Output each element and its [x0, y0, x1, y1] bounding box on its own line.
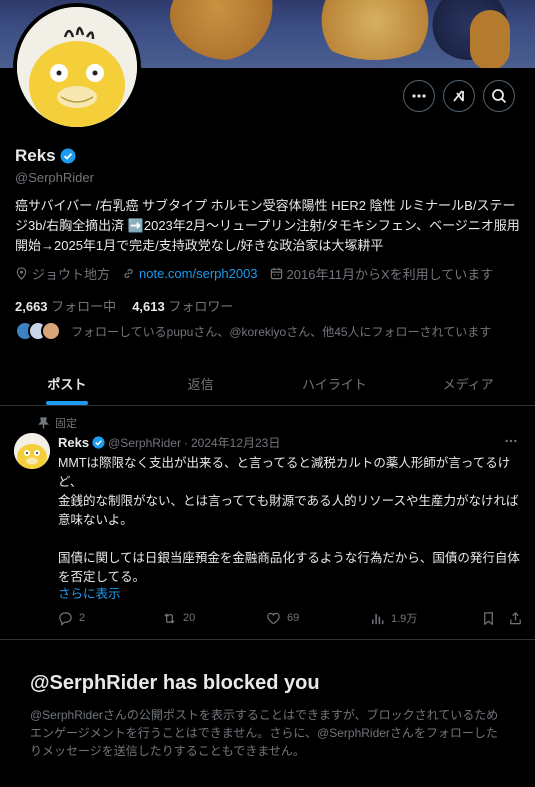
repost-count: 20: [183, 612, 196, 624]
profile-name-row: Reks: [15, 146, 76, 166]
blocked-title: @SerphRider has blocked you: [30, 672, 320, 694]
post-author-name[interactable]: Reks: [58, 435, 89, 450]
more-icon: [505, 439, 517, 443]
followed-by-text: フォローしているpupuさん、@korekiyoさん、他45人にフォローされてい…: [71, 324, 492, 339]
following-link[interactable]: 2,663 フォロー中: [15, 296, 116, 315]
post-author-handle[interactable]: @SerphRider: [108, 436, 181, 450]
post-header: Reks @SerphRider · 2024年12月23日: [58, 434, 280, 451]
website-item[interactable]: note.com/serph2003: [122, 266, 258, 281]
pinned-label: 固定: [55, 418, 77, 430]
grok-button[interactable]: [443, 80, 475, 112]
followed-by-row[interactable]: フォローしているpupuさん、@korekiyoさん、他45人にフォローされてい…: [15, 321, 491, 341]
blocked-description: @SerphRiderさんの公開ポストを表示することはできますが、ブロックされて…: [30, 708, 499, 758]
like-button[interactable]: 69: [266, 611, 370, 626]
joined-text: 2016年11月からXを利用しています: [286, 267, 494, 282]
search-icon: [492, 89, 507, 104]
like-count: 69: [287, 612, 300, 624]
reply-button[interactable]: 2: [58, 611, 162, 626]
location-icon: [16, 267, 27, 280]
following-count: 2,663: [15, 299, 48, 314]
website-link[interactable]: note.com/serph2003: [139, 266, 258, 281]
share-button[interactable]: [508, 611, 523, 626]
avatar: [41, 321, 61, 341]
post-separator: ·: [183, 435, 188, 450]
more-icon: [412, 94, 426, 98]
views-count: 1.9万: [391, 613, 418, 625]
post-date[interactable]: 2024年12月23日: [191, 434, 280, 451]
display-name: Reks: [15, 146, 56, 165]
repost-button[interactable]: 20: [162, 611, 266, 626]
tab-replies[interactable]: 返信: [134, 362, 268, 405]
section-divider: [0, 639, 535, 640]
bookmark-icon: [484, 611, 493, 625]
reply-count: 2: [79, 612, 86, 624]
location-item: ジョウト地方: [15, 264, 110, 283]
post-text[interactable]: MMTは際限なく支出が出来る、と言ってると減税カルトの薬人形師が言ってるけど、 …: [58, 454, 523, 587]
follow-counts: 2,663 フォロー中 4,613 フォロワー: [15, 296, 233, 315]
bookmark-button[interactable]: [481, 611, 496, 626]
like-icon: [267, 612, 280, 624]
joined-item: 2016年11月からXを利用しています: [270, 264, 494, 283]
followers-label: フォロワー: [168, 299, 234, 314]
followers-count: 4,613: [132, 299, 165, 314]
calendar-icon: [270, 267, 282, 280]
following-label: フォロー中: [51, 299, 117, 314]
profile-tabs: ポスト 返信 ハイライト メディア: [0, 362, 535, 406]
pin-icon: [38, 417, 49, 429]
repost-icon: [164, 612, 175, 624]
profile-avatar[interactable]: [13, 3, 141, 131]
profile-bio: 癌サバイバー /右乳癌 サブタイプ ホルモン受容体陽性 HER2 陰性 ルミナー…: [15, 198, 520, 253]
search-button[interactable]: [483, 80, 515, 112]
share-icon: [510, 611, 521, 624]
views-icon: [372, 613, 384, 624]
views-button[interactable]: 1.9万: [370, 610, 478, 626]
show-more-link[interactable]: さらに表示: [58, 583, 121, 602]
verified-badge-icon[interactable]: [60, 148, 76, 164]
post-avatar[interactable]: [14, 433, 50, 469]
link-icon: [124, 268, 133, 279]
tab-media[interactable]: メディア: [401, 362, 535, 405]
verified-badge-icon: [92, 436, 105, 449]
more-options-button[interactable]: [403, 80, 435, 112]
followers-link[interactable]: 4,613 フォロワー: [132, 296, 233, 315]
followed-by-avatars: [15, 321, 61, 341]
location-text: ジョウト地方: [32, 267, 111, 282]
post-more-button[interactable]: [504, 434, 518, 451]
post-actions: 2 20 69 1.9万: [58, 610, 523, 626]
tab-posts[interactable]: ポスト: [0, 362, 134, 405]
tab-highlights[interactable]: ハイライト: [268, 362, 402, 405]
pinned-indicator: 固定: [38, 415, 77, 431]
profile-handle: @SerphRider: [15, 170, 94, 185]
grok-icon: [453, 90, 464, 102]
profile-meta: ジョウト地方 note.com/serph2003 2016年11月からXを利用…: [15, 264, 505, 283]
reply-icon: [59, 611, 72, 626]
